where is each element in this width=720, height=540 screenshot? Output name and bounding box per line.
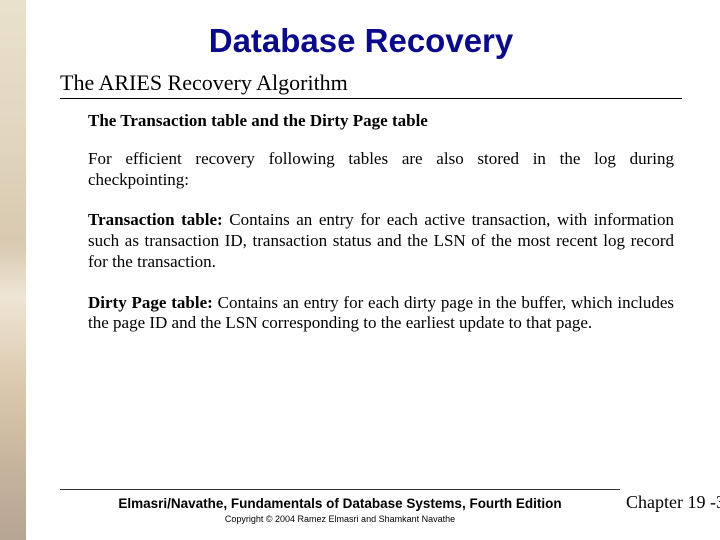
section-heading: The Transaction table and the Dirty Page… [88,111,682,131]
footer: Elmasri/Navathe, Fundamentals of Databas… [60,489,700,524]
slide-container: Database Recovery The ARIES Recovery Alg… [0,0,720,540]
dirty-page-table-label: Dirty Page table: [88,293,213,312]
slide-subtitle: The ARIES Recovery Algorithm [60,70,682,96]
copyright-text: Copyright © 2004 Ramez Elmasri and Shamk… [60,514,620,524]
transaction-table-label: Transaction table: [88,210,223,229]
title-divider [60,98,682,99]
footer-divider [60,489,620,490]
transaction-table-paragraph: Transaction table: Contains an entry for… [88,210,674,272]
slide-title: Database Recovery [40,22,682,60]
footer-row: Elmasri/Navathe, Fundamentals of Databas… [60,492,700,513]
chapter-label: Chapter 19 -30 [626,492,720,513]
dirty-page-table-paragraph: Dirty Page table: Contains an entry for … [88,293,674,334]
intro-paragraph: For efficient recovery following tables … [88,149,674,190]
book-title: Elmasri/Navathe, Fundamentals of Databas… [60,496,620,511]
